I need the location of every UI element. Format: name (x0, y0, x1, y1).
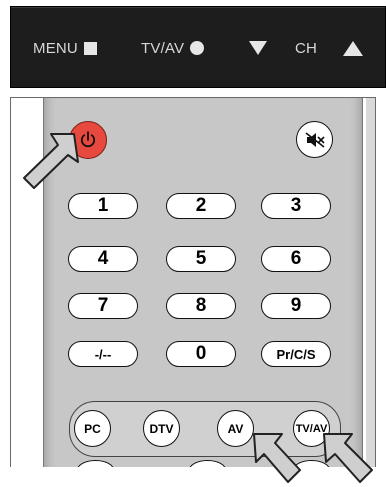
key-pr-c-s[interactable]: Pr/C/S (261, 341, 331, 367)
key-0[interactable]: 0 (166, 341, 236, 367)
key-5[interactable]: 5 (166, 246, 236, 272)
key-4[interactable]: 4 (68, 246, 138, 272)
key-3[interactable]: 3 (261, 193, 331, 219)
remote-edge-shadow (366, 98, 375, 467)
dtv-button[interactable]: DTV (143, 410, 180, 447)
pointer-arrow-icon (323, 433, 373, 483)
tvav-control[interactable]: TV/AV (141, 7, 205, 89)
channel-up-control[interactable] (343, 7, 363, 89)
menu-control[interactable]: MENU (33, 7, 97, 89)
pointer-arrow-icon (23, 133, 79, 189)
menu-label: MENU (33, 39, 78, 57)
circle-icon (190, 41, 205, 55)
channel-down-control[interactable] (249, 7, 267, 89)
channel-label: CH (295, 7, 317, 89)
key-7[interactable]: 7 (68, 293, 138, 319)
pc-button[interactable]: PC (74, 410, 111, 447)
mute-icon (305, 131, 325, 148)
triangle-down-icon (249, 41, 267, 55)
key-9[interactable]: 9 (261, 293, 331, 319)
key-dash[interactable]: -/-- (68, 341, 138, 367)
key-1[interactable]: 1 (68, 193, 138, 219)
triangle-up-icon (343, 40, 363, 56)
key-8[interactable]: 8 (166, 293, 236, 319)
pointer-arrow-icon (253, 433, 301, 483)
tv-control-panel: MENU TV/AV CH (10, 6, 386, 88)
key-2[interactable]: 2 (166, 193, 236, 219)
square-icon (83, 41, 97, 55)
key-6[interactable]: 6 (261, 246, 331, 272)
tvav-label: TV/AV (141, 39, 185, 57)
mute-button[interactable] (296, 121, 333, 158)
ch-label: CH (295, 39, 318, 57)
